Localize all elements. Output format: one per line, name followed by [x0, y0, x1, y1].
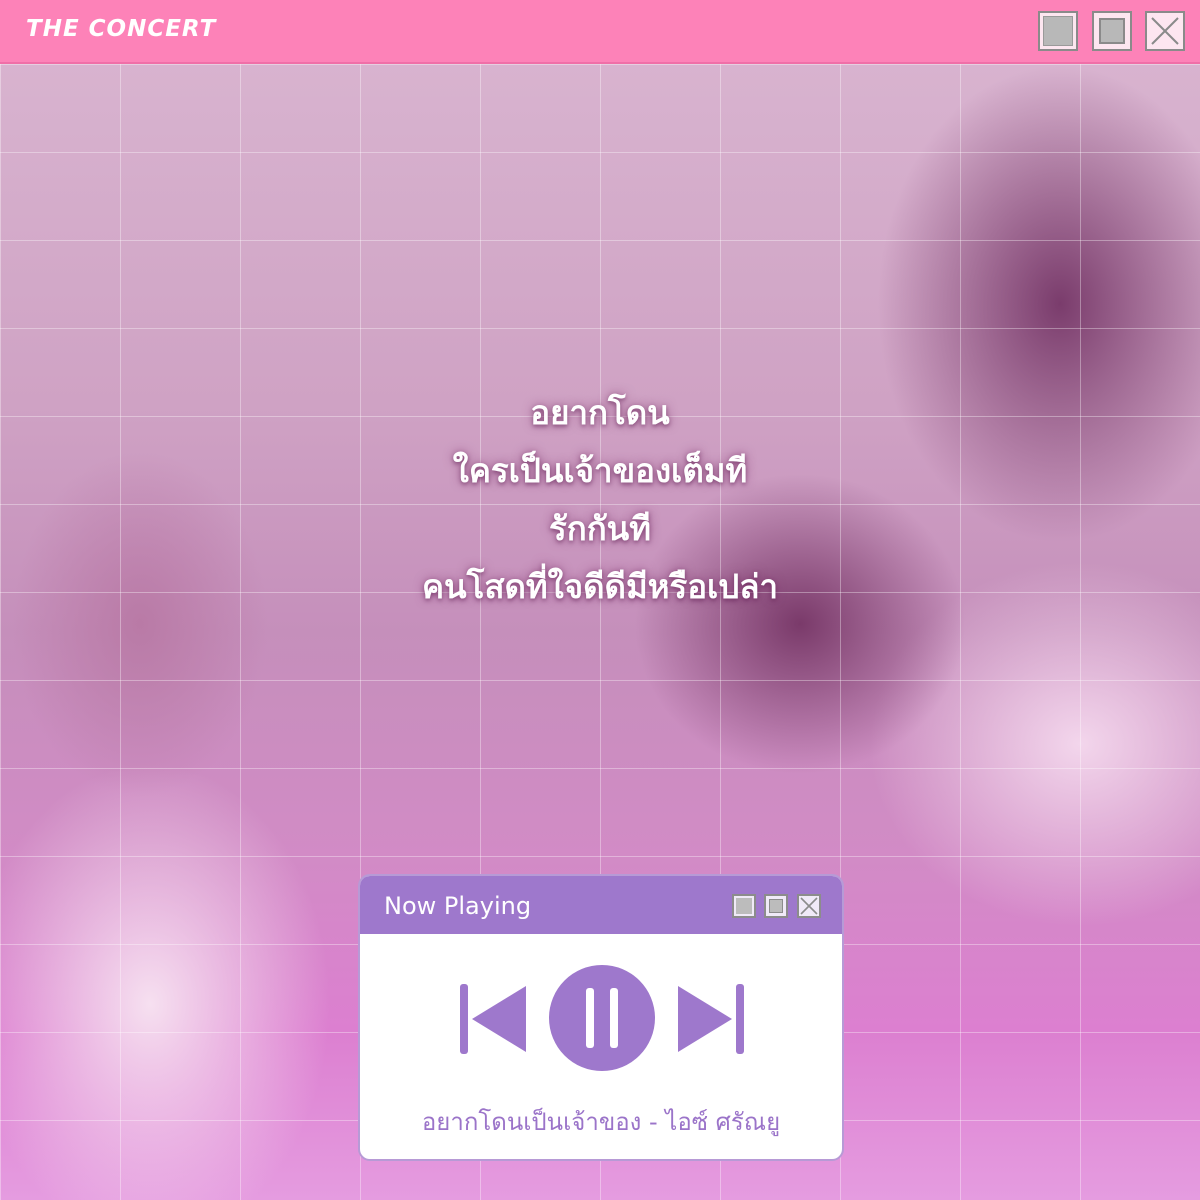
lyric-line: คนโสดที่ใจดีดีมีหรือเปล่า — [421, 567, 779, 606]
window-close-button[interactable] — [1145, 11, 1185, 51]
next-track-button[interactable] — [678, 984, 744, 1058]
minimize-icon — [1043, 16, 1073, 46]
pause-icon — [549, 965, 655, 1071]
now-playing-window: Now Playing อยากโดนเป็นเจ้าของ - ไอซ์ ศร… — [358, 874, 844, 1161]
window-maximize-button[interactable] — [1092, 11, 1132, 51]
lyric-line: รักกันที — [549, 509, 651, 548]
player-title: Now Playing — [384, 892, 532, 920]
maximize-icon — [1099, 18, 1125, 44]
skip-previous-icon — [460, 984, 526, 1054]
previous-track-button[interactable] — [460, 984, 526, 1058]
player-close-button[interactable] — [797, 894, 821, 918]
pause-button[interactable] — [548, 964, 656, 1076]
minimize-icon — [736, 898, 752, 914]
player-title-bar: Now Playing — [360, 876, 842, 934]
track-title: อยากโดนเป็นเจ้าของ - ไอซ์ ศรัณยู — [421, 1108, 781, 1136]
lyrics-block: อยากโดน ใครเป็นเจ้าของเต็มที รักกันที คน… — [0, 384, 1200, 616]
window-title-bar: THE CONCERT — [0, 0, 1200, 64]
lyric-line: ใครเป็นเจ้าของเต็มที — [452, 451, 748, 490]
player-maximize-button[interactable] — [764, 894, 788, 918]
window-minimize-button[interactable] — [1038, 11, 1078, 51]
skip-next-icon — [678, 984, 744, 1054]
close-icon — [1151, 17, 1179, 45]
lyric-line: อยากโดน — [530, 393, 670, 432]
close-icon — [800, 897, 818, 915]
maximize-icon — [769, 899, 783, 913]
brand-logo: THE CONCERT — [26, 16, 217, 42]
player-minimize-button[interactable] — [732, 894, 756, 918]
